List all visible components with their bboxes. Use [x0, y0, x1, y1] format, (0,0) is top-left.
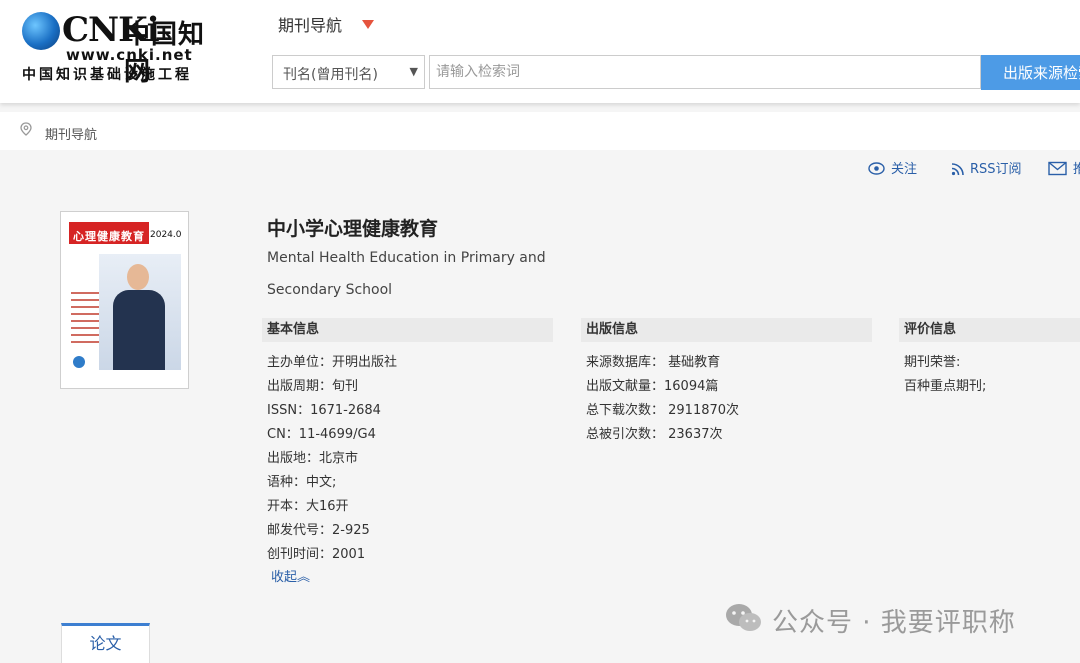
- journal-cover-image: 心理健康教育 2024.09: [60, 211, 189, 389]
- search-field-select[interactable]: 刊名(曾用刊名) ▼: [272, 55, 425, 89]
- info-row: 语种：中文;: [267, 475, 337, 490]
- follow-label: 关注: [891, 162, 918, 177]
- journal-title-en-line1: Mental Health Education in Primary and: [267, 250, 546, 266]
- basic-info-heading-text: 基本信息: [267, 322, 320, 337]
- publish-info-heading: 出版信息: [581, 318, 872, 342]
- logo-subtitle: 中国知识基础设施工程: [22, 67, 192, 83]
- watermark-text: 公众号 · 我要评职称: [772, 608, 1016, 638]
- info-row: CN：11-4699/G4: [267, 427, 376, 442]
- eye-icon: [868, 162, 885, 175]
- search-field-select-value: 刊名(曾用刊名): [283, 67, 378, 83]
- eval-row: 百种重点期刊;: [904, 379, 987, 394]
- tab-papers-label: 论文: [89, 634, 122, 653]
- eval-info-heading-text: 评价信息: [904, 322, 957, 337]
- cover-issue-date: 2024.09: [150, 230, 182, 240]
- rss-subscribe-button[interactable]: RSS订阅: [951, 158, 1022, 177]
- cover-band-text: 心理健康教育: [73, 230, 145, 243]
- double-chevron-up-icon: ︽: [297, 570, 311, 585]
- info-row: 开本：大16开: [267, 499, 349, 514]
- info-row: 主办单位：开明出版社: [267, 355, 398, 370]
- journal-title-en-line2: Secondary School: [267, 282, 393, 298]
- logo-url: www.cnki.net: [66, 46, 193, 64]
- wechat-icon: [726, 604, 761, 631]
- breadcrumb: 期刊导航: [0, 112, 1080, 150]
- push-button[interactable]: 推送: [1048, 158, 1080, 177]
- publish-row: 总被引次数： 23637次: [586, 427, 723, 442]
- publish-row: 来源数据库： 基础教育: [586, 355, 721, 370]
- breadcrumb-item-journal-nav[interactable]: 期刊导航: [45, 124, 97, 143]
- source-search-button[interactable]: 出版来源检索: [981, 55, 1080, 90]
- journal-title: 中小学心理健康教育: [267, 218, 439, 240]
- journal-nav-menu[interactable]: 期刊导航: [278, 12, 342, 36]
- tab-papers[interactable]: 论文: [61, 623, 150, 663]
- caret-down-icon[interactable]: [362, 20, 374, 29]
- info-row: 出版地：北京市: [267, 451, 359, 466]
- collapse-link[interactable]: 收起︽: [271, 566, 310, 585]
- cnki-logo[interactable]: CNKi 中国知网 www.cnki.net 中国知识基础设施工程: [22, 10, 222, 87]
- action-bar: 关注 RSS订阅 推送: [0, 150, 1080, 184]
- eval-info-heading: 评价信息: [899, 318, 1080, 342]
- info-row: 创刊时间：2001: [267, 547, 366, 562]
- cover-portrait: [99, 254, 181, 370]
- globe-icon: [22, 12, 60, 50]
- collapse-label: 收起: [271, 570, 298, 585]
- cover-emblem-icon: [73, 356, 85, 368]
- top-header: CNKi 中国知网 www.cnki.net 中国知识基础设施工程 期刊导航 刊…: [0, 0, 1080, 103]
- rss-label: RSS订阅: [970, 162, 1022, 177]
- eval-row: 期刊荣誉:: [904, 355, 961, 370]
- info-row: 邮发代号：2-925: [267, 523, 370, 538]
- follow-button[interactable]: 关注: [868, 158, 917, 177]
- info-row: 出版周期：旬刊: [267, 379, 359, 394]
- info-row: ISSN：1671-2684: [267, 403, 381, 418]
- cover-title-band: 心理健康教育: [69, 222, 149, 244]
- rss-icon: [951, 163, 964, 176]
- push-label: 推送: [1073, 162, 1080, 177]
- portrait-body: [113, 290, 165, 370]
- publish-row: 出版文献量：16094篇: [586, 379, 719, 394]
- chevron-down-icon: ▼: [409, 65, 418, 78]
- publish-info-heading-text: 出版信息: [586, 322, 639, 337]
- cover-art: 心理健康教育 2024.09: [67, 218, 182, 382]
- publish-row: 总下载次数： 2911870次: [586, 403, 740, 418]
- basic-info-heading: 基本信息: [262, 318, 553, 342]
- search-input[interactable]: [429, 55, 981, 89]
- mail-icon: [1048, 161, 1067, 176]
- portrait-head: [127, 264, 149, 290]
- location-pin-icon: [20, 122, 32, 136]
